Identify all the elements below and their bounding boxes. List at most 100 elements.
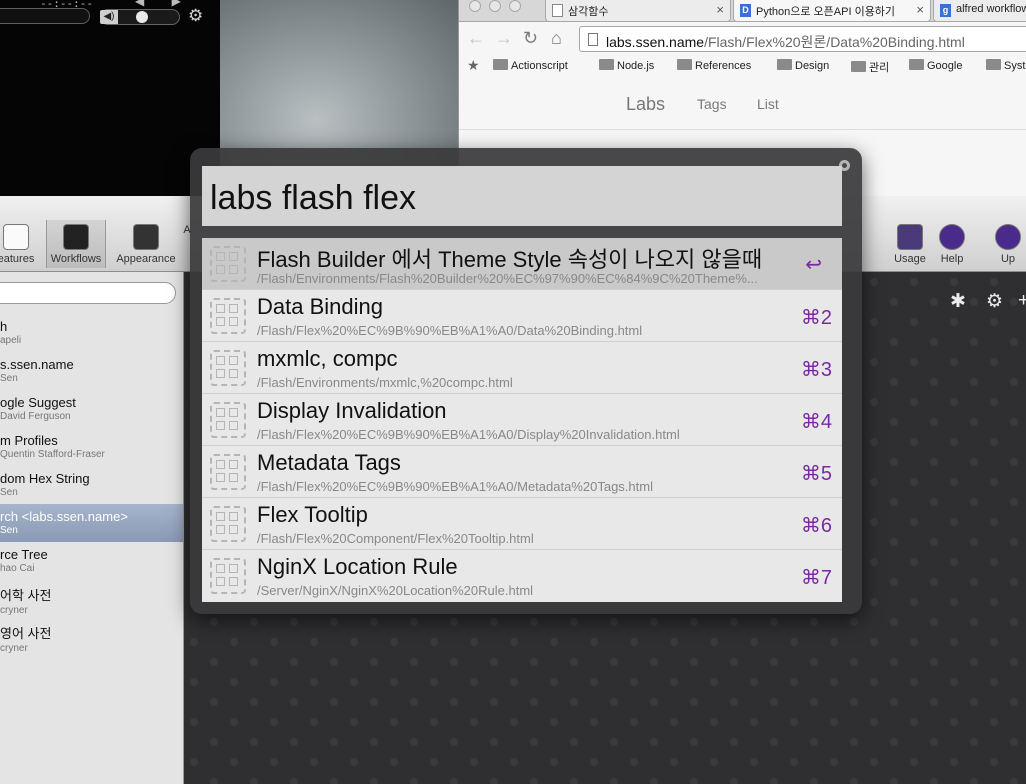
search-input[interactable] — [0, 282, 176, 304]
result-subtitle: /Flash/Environments/mxmlc,%20compc.html — [257, 375, 513, 390]
google-icon: g — [940, 4, 951, 17]
folder-icon — [599, 59, 614, 70]
workflow-icon — [210, 454, 246, 490]
workflow-author: David Ferguson — [0, 411, 71, 422]
reload-icon[interactable]: ↻ — [523, 28, 538, 49]
return-icon: ↩ — [805, 254, 822, 276]
bookmark-label: 관리 — [869, 62, 890, 74]
bookmark-folder[interactable]: References — [677, 59, 751, 72]
progress-bar[interactable] — [0, 8, 90, 24]
list-item[interactable]: m Profiles Quentin Stafford-Fraser — [0, 428, 183, 466]
workflow-icon — [210, 558, 246, 594]
gear-icon[interactable]: ⚙ — [986, 290, 1003, 313]
home-icon[interactable]: ⌂ — [551, 28, 562, 49]
bookmark-folder[interactable]: 관리 — [851, 59, 889, 75]
volume-knob[interactable] — [136, 11, 148, 23]
workflow-icon — [210, 298, 246, 334]
tab-strip: 삼각함수 × D Python으로 오픈API 이용하기 × g alfred … — [459, 0, 1026, 22]
media-player: --:--:-- ◀ ▶ ◀) ⚙ — [0, 0, 220, 200]
bookmark-folder[interactable]: Actionscript — [493, 59, 568, 72]
tab-help[interactable]: Help — [922, 224, 982, 265]
bookmark-folder[interactable]: Design — [777, 59, 829, 72]
help-icon — [939, 224, 965, 250]
workflows-icon — [63, 224, 89, 250]
result-subtitle: /Flash/Flex%20Component/Flex%20Tooltip.h… — [257, 531, 534, 546]
minimize-window-button[interactable] — [489, 0, 501, 12]
result-title: NginX Location Rule — [257, 554, 458, 579]
workflow-icon — [210, 246, 246, 282]
tab-3[interactable]: g alfred workflow — [933, 0, 1026, 22]
folder-icon — [986, 59, 1001, 70]
result-title: Metadata Tags — [257, 450, 401, 475]
list-item[interactable]: 어학 사전 cryner — [0, 580, 183, 618]
shortcut-key: ⌘6 — [800, 515, 832, 537]
result-subtitle: /Server/NginX/NginX%20Location%20Rule.ht… — [257, 583, 534, 598]
result-row[interactable]: mxmlc, compc /Flash/Environments/mxmlc,%… — [202, 342, 842, 394]
address-bar[interactable]: labs.ssen.name/Flash/Flex%20원론/Data%20Bi… — [579, 26, 1026, 52]
bug-icon[interactable]: ✱ — [950, 290, 966, 313]
zoom-window-button[interactable] — [509, 0, 521, 12]
result-row[interactable]: Display Invalidation /Flash/Flex%20%EC%9… — [202, 394, 842, 446]
result-row[interactable]: Data Binding /Flash/Flex%20%EC%9B%90%EB%… — [202, 290, 842, 342]
tab-label: 삼각함수 — [568, 6, 609, 18]
workflow-icon — [210, 402, 246, 438]
toolbar-label: eatures — [0, 253, 35, 265]
list-item[interactable]: ogle Suggest David Ferguson — [0, 390, 183, 428]
result-title: Flex Tooltip — [257, 502, 368, 527]
workflows-sidebar: h apeli s.ssen.name Sen ogle Suggest David … — [0, 272, 184, 784]
close-window-button[interactable] — [469, 0, 481, 12]
tab-workflows[interactable]: Workflows — [46, 220, 106, 268]
prev-next-arrows[interactable]: ◀ ▶ — [135, 0, 193, 8]
tuxedo-icon — [133, 224, 159, 250]
tab-close-icon[interactable]: × — [916, 2, 924, 17]
list-item[interactable]: h apeli — [0, 314, 183, 352]
result-title: Flash Builder 에서 Theme Style 속성이 나오지 않을때 — [257, 247, 763, 272]
result-subtitle: /Flash/Flex%20%EC%9B%90%EB%A1%A0/Data%20… — [257, 323, 643, 338]
page-icon — [552, 4, 563, 17]
folder-icon — [851, 61, 866, 72]
bookmark-folder[interactable]: Google — [909, 59, 962, 72]
add-icon[interactable]: + — [1018, 290, 1026, 312]
tab-appearance[interactable]: Appearance — [113, 224, 179, 265]
bookmark-folder[interactable]: Syst — [986, 59, 1025, 72]
bookmark-label: Actionscript — [511, 60, 568, 72]
bookmarks-bar: ★ Actionscript Node.js References Design… — [459, 56, 1026, 76]
site-brand[interactable]: Labs — [626, 94, 665, 115]
result-row[interactable]: Metadata Tags /Flash/Flex%20%EC%9B%90%EB… — [202, 446, 842, 498]
nav-list-link[interactable]: List — [757, 96, 779, 112]
workflow-author: Sen — [0, 487, 18, 498]
bookmark-folder[interactable]: Node.js — [599, 59, 654, 72]
list-item[interactable]: dom Hex String Sen — [0, 466, 183, 504]
result-row[interactable]: Flash Builder 에서 Theme Style 속성이 나오지 않을때… — [202, 238, 842, 290]
nav-tags-link[interactable]: Tags — [697, 96, 727, 112]
page-icon — [588, 33, 598, 46]
workflow-name: 영어 사전 — [0, 626, 52, 641]
list-item[interactable]: rce Tree hao Cai — [0, 542, 183, 580]
app-icon: D — [740, 4, 751, 17]
workflow-icon — [210, 506, 246, 542]
workflow-name: rch <labs.ssen.name> — [0, 509, 128, 524]
back-icon[interactable]: ← — [467, 28, 485, 49]
result-row[interactable]: NginX Location Rule /Server/NginX/NginX%… — [202, 550, 842, 602]
bookmark-label: Google — [927, 60, 963, 72]
workflow-author: cryner — [0, 643, 28, 654]
star-icon[interactable]: ★ — [467, 57, 480, 74]
list-item[interactable]: 영어 사전 cryner — [0, 618, 183, 656]
workflow-author: Sen — [0, 525, 18, 536]
folder-icon — [493, 59, 508, 70]
result-row[interactable]: Flex Tooltip /Flash/Flex%20Component/Fle… — [202, 498, 842, 550]
forward-icon[interactable]: → — [495, 28, 513, 49]
tab-2[interactable]: D Python으로 오픈API 이용하기 × — [733, 0, 931, 22]
tab-close-icon[interactable]: × — [716, 2, 724, 17]
toolbar-label: Workflows — [50, 253, 102, 265]
list-item[interactable]: s.ssen.name Sen — [0, 352, 183, 390]
search-input[interactable]: labs flash flex — [202, 166, 842, 226]
result-title: mxmlc, compc — [257, 346, 398, 371]
tab-1[interactable]: 삼각함수 × — [545, 0, 731, 22]
gear-icon[interactable]: ⚙ — [188, 6, 203, 26]
tab-features[interactable]: eatures — [0, 224, 46, 265]
tab-update[interactable]: Up — [988, 224, 1026, 265]
workflow-author: hao Cai — [0, 563, 35, 574]
checklist-icon — [3, 224, 29, 250]
list-item-selected[interactable]: rch <labs.ssen.name> Sen — [0, 504, 183, 542]
